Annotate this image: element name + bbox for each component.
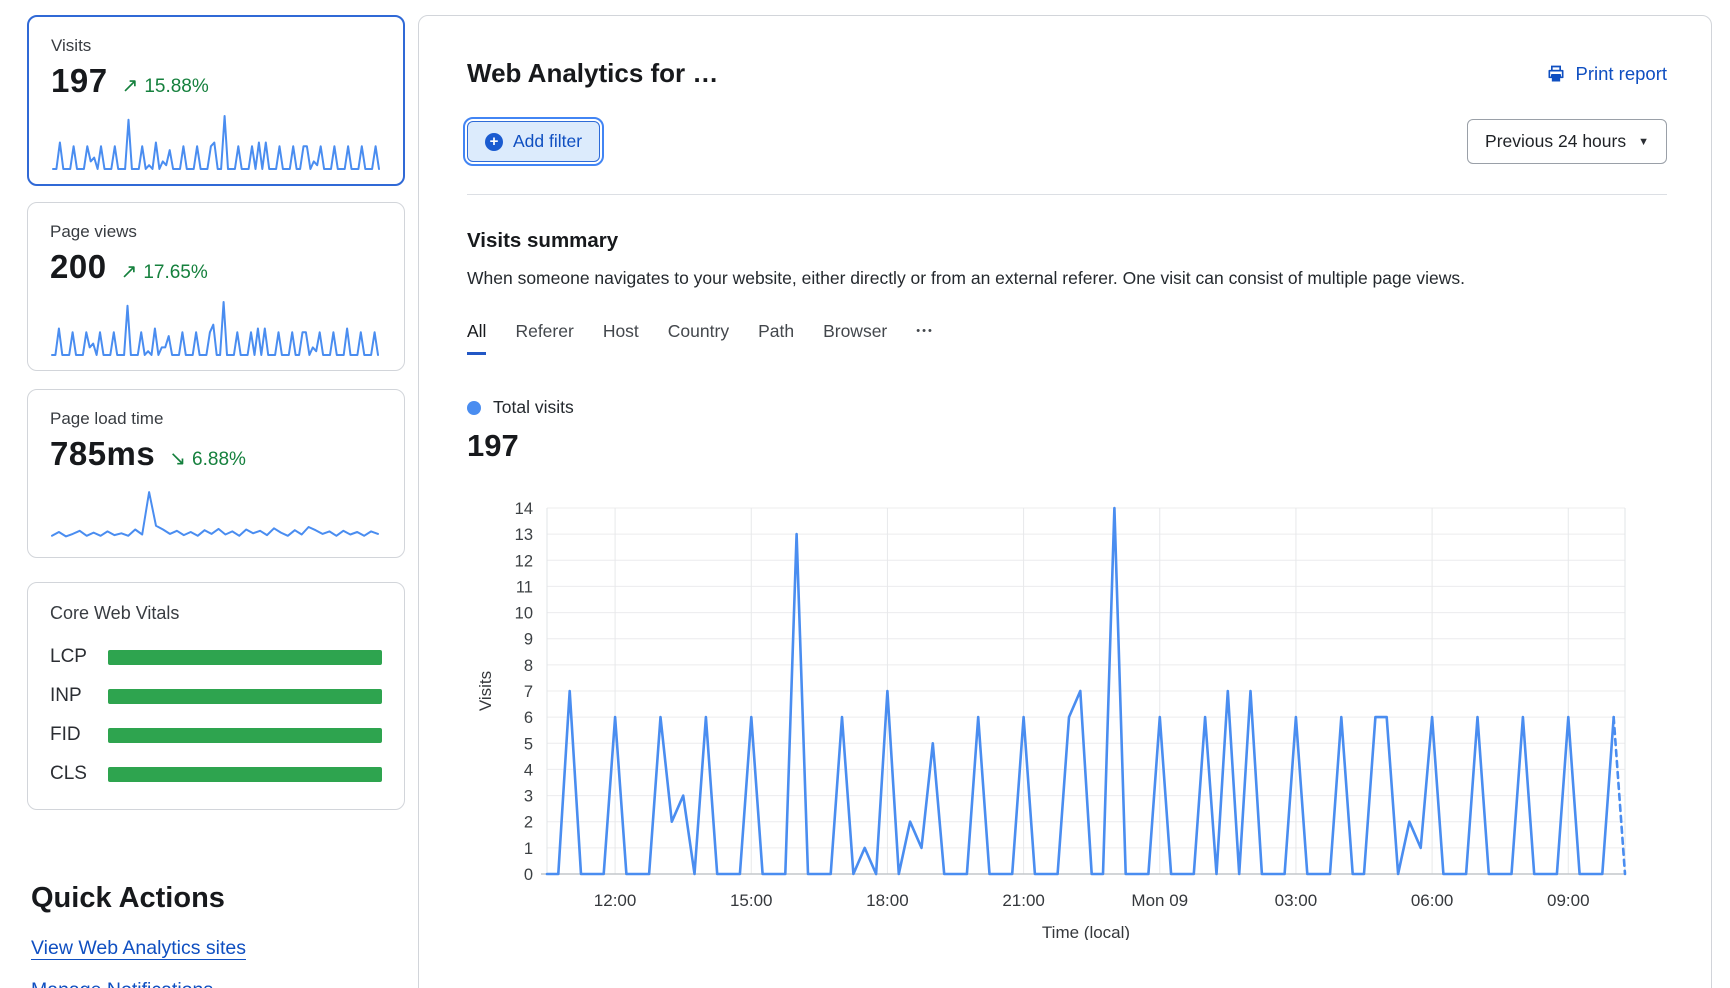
printer-icon xyxy=(1546,64,1566,84)
cwv-metric-label: CLS xyxy=(50,763,108,785)
page: Visits 197 ↗15.88% Page views 200 ↗17.65… xyxy=(0,0,1730,988)
svg-text:Visits: Visits xyxy=(476,671,495,711)
tab-country[interactable]: Country xyxy=(668,321,729,355)
plus-icon: + xyxy=(485,133,503,151)
metric-value: 200 xyxy=(50,248,107,286)
tab-host[interactable]: Host xyxy=(603,321,639,355)
svg-text:Mon 09: Mon 09 xyxy=(1131,891,1188,910)
svg-text:14: 14 xyxy=(515,500,533,518)
svg-text:3: 3 xyxy=(524,788,533,806)
metric-card-visits[interactable]: Visits 197 ↗15.88% xyxy=(27,15,405,186)
metric-value: 197 xyxy=(51,62,108,100)
tab-browser[interactable]: Browser xyxy=(823,321,887,355)
delta-percent: 17.65% xyxy=(143,262,207,284)
cwv-row-cls: CLS xyxy=(50,763,382,785)
svg-text:12:00: 12:00 xyxy=(594,891,637,910)
cwv-metric-label: LCP xyxy=(50,646,108,668)
svg-text:21:00: 21:00 xyxy=(1002,891,1045,910)
dimension-tabs: All Referer Host Country Path Browser ••• xyxy=(467,321,1663,355)
svg-text:03:00: 03:00 xyxy=(1275,891,1318,910)
trend-up-icon: ↗ xyxy=(122,73,139,98)
cwv-metric-label: FID xyxy=(50,724,108,746)
print-report-label: Print report xyxy=(1575,63,1667,85)
tab-more-ellipsis-icon[interactable]: ••• xyxy=(916,325,934,351)
core-web-vitals-title: Core Web Vitals xyxy=(50,603,382,624)
section-description: When someone navigates to your website, … xyxy=(467,268,1663,289)
sparkline-chart xyxy=(51,110,381,172)
cwv-bar-good xyxy=(108,650,382,665)
sparkline-chart xyxy=(50,483,380,545)
cwv-bar-track xyxy=(108,728,382,743)
quick-actions-title: Quick Actions xyxy=(31,882,405,915)
metric-title: Visits xyxy=(51,36,381,56)
tab-path[interactable]: Path xyxy=(758,321,794,355)
cwv-bar-good xyxy=(108,689,382,704)
chart-legend: Total visits xyxy=(467,397,1663,418)
core-web-vitals-rows: LCP INP FID CLS xyxy=(50,646,382,785)
time-range-dropdown[interactable]: Previous 24 hours ▼ xyxy=(1467,119,1667,164)
cwv-row-lcp: LCP xyxy=(50,646,382,668)
metric-delta: ↗17.65% xyxy=(121,259,208,284)
svg-text:11: 11 xyxy=(516,578,533,596)
svg-text:1: 1 xyxy=(524,840,533,858)
svg-text:10: 10 xyxy=(515,605,533,623)
line-chart: 0123456789101112131412:0015:0018:0021:00… xyxy=(467,492,1657,940)
page-title: Web Analytics for … xyxy=(467,58,718,89)
metric-delta: ↗15.88% xyxy=(122,73,209,98)
trend-up-icon: ↗ xyxy=(121,259,138,284)
section-title: Visits summary xyxy=(467,229,1663,253)
metric-title: Page views xyxy=(50,222,382,242)
core-web-vitals-card: Core Web Vitals LCP INP FID CLS xyxy=(27,582,405,810)
metric-value: 785ms xyxy=(50,435,155,473)
svg-text:18:00: 18:00 xyxy=(866,891,909,910)
metric-delta: ↘ 6.88% xyxy=(169,446,246,471)
trend-down-icon: ↘ xyxy=(169,446,186,471)
link-view-web-analytics-sites[interactable]: View Web Analytics sites xyxy=(31,937,246,960)
main-header: Web Analytics for … Print report + Add f… xyxy=(419,16,1711,195)
print-report-link[interactable]: Print report xyxy=(1546,63,1667,85)
link-manage-notifications[interactable]: Manage Notifications xyxy=(31,979,213,988)
svg-text:4: 4 xyxy=(524,761,533,779)
chevron-down-icon: ▼ xyxy=(1638,136,1649,148)
svg-text:09:00: 09:00 xyxy=(1547,891,1590,910)
svg-text:2: 2 xyxy=(524,814,533,832)
svg-text:15:00: 15:00 xyxy=(730,891,773,910)
svg-text:9: 9 xyxy=(524,631,533,649)
sparkline-chart xyxy=(50,296,380,358)
visits-chart: 0123456789101112131412:0015:0018:0021:00… xyxy=(467,492,1663,945)
delta-percent: 6.88% xyxy=(192,449,246,471)
cwv-bar-track xyxy=(108,767,382,782)
cwv-row-fid: FID xyxy=(50,724,382,746)
time-range-label: Previous 24 hours xyxy=(1485,131,1626,152)
svg-text:5: 5 xyxy=(524,735,533,753)
metric-card-page-load-time[interactable]: Page load time 785ms ↘ 6.88% xyxy=(27,389,405,558)
cwv-row-inp: INP xyxy=(50,685,382,707)
main-panel: Web Analytics for … Print report + Add f… xyxy=(418,15,1712,988)
metric-title: Page load time xyxy=(50,409,382,429)
svg-text:12: 12 xyxy=(515,552,533,570)
metric-card-page-views[interactable]: Page views 200 ↗17.65% xyxy=(27,202,405,371)
svg-text:13: 13 xyxy=(515,526,533,544)
add-filter-button[interactable]: + Add filter xyxy=(467,121,600,162)
tab-referer[interactable]: Referer xyxy=(515,321,573,355)
cwv-bar-good xyxy=(108,728,382,743)
cwv-bar-track xyxy=(108,650,382,665)
cwv-bar-track xyxy=(108,689,382,704)
svg-text:6: 6 xyxy=(524,709,533,727)
legend-dot-icon xyxy=(467,401,481,415)
svg-text:06:00: 06:00 xyxy=(1411,891,1454,910)
svg-text:8: 8 xyxy=(524,657,533,675)
svg-text:7: 7 xyxy=(524,683,533,701)
tab-all[interactable]: All xyxy=(467,321,486,355)
svg-text:0: 0 xyxy=(524,866,533,884)
cwv-bar-good xyxy=(108,767,382,782)
visits-summary-section: Visits summary When someone navigates to… xyxy=(419,195,1711,945)
add-filter-label: Add filter xyxy=(513,131,582,152)
legend-label: Total visits xyxy=(493,397,574,418)
svg-text:Time (local): Time (local) xyxy=(1042,923,1130,940)
total-visits-value: 197 xyxy=(467,428,1663,464)
cwv-metric-label: INP xyxy=(50,685,108,707)
delta-percent: 15.88% xyxy=(144,76,208,98)
sidebar: Visits 197 ↗15.88% Page views 200 ↗17.65… xyxy=(27,15,405,988)
